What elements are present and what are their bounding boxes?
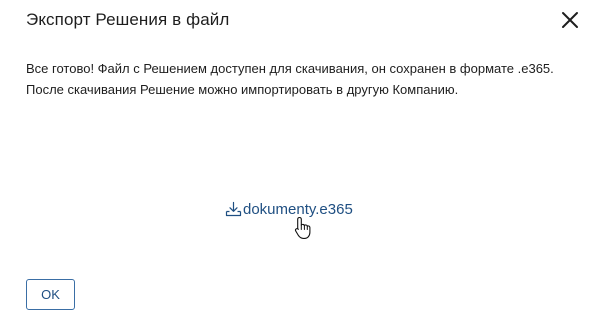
download-filename: dokumenty.e365 xyxy=(243,201,353,218)
download-icon xyxy=(225,201,242,218)
export-solution-dialog: Экспорт Решения в файл Все готово! Файл … xyxy=(0,0,592,315)
close-button[interactable] xyxy=(558,8,582,32)
dialog-title: Экспорт Решения в файл xyxy=(26,10,230,29)
download-file-link[interactable]: dokumenty.e365 xyxy=(225,201,353,218)
hand-cursor-icon xyxy=(294,216,311,239)
close-icon xyxy=(562,12,578,28)
ok-button[interactable]: OK xyxy=(26,279,75,310)
dialog-message: Все готово! Файл с Решением доступен для… xyxy=(26,61,554,97)
